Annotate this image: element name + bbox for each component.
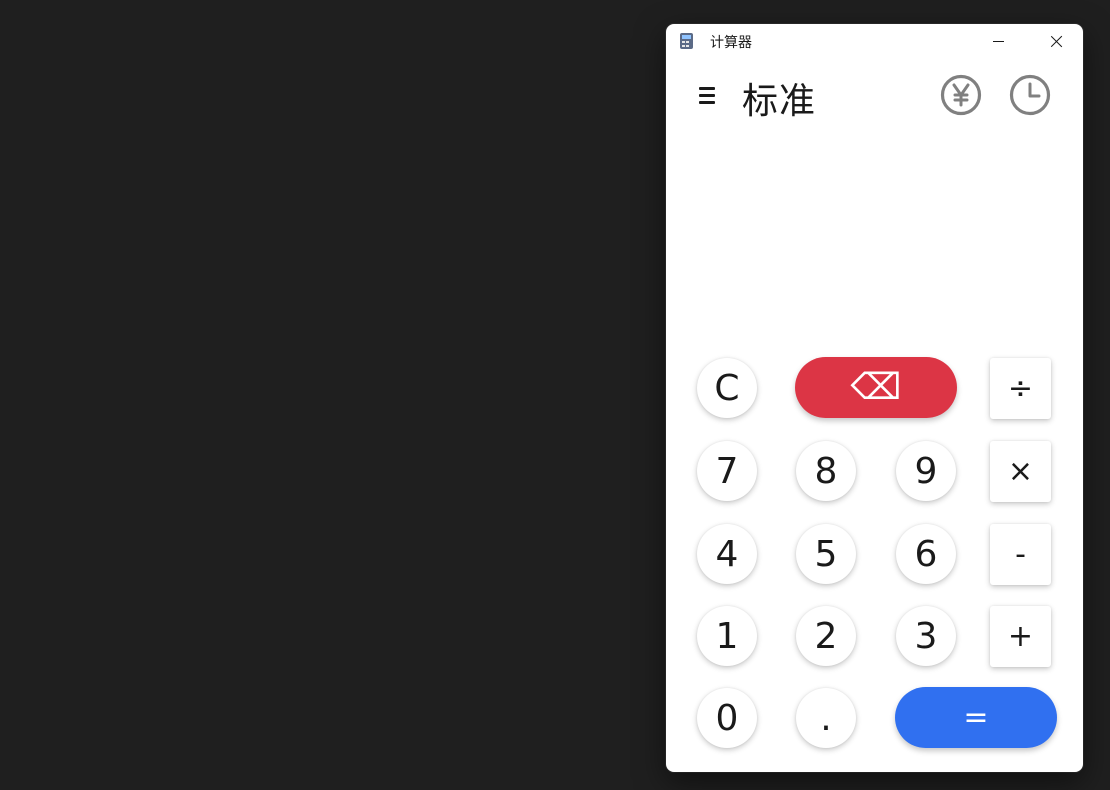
digit-7-button[interactable]: 7 — [697, 441, 757, 501]
close-button[interactable] — [1033, 24, 1079, 58]
digit-5-button[interactable]: 5 — [796, 524, 856, 584]
title-bar[interactable]: 计算器 — [666, 24, 1083, 58]
digit-6-button[interactable]: 6 — [896, 524, 956, 584]
currency-button[interactable] — [940, 74, 982, 116]
decimal-button[interactable]: . — [796, 688, 856, 748]
close-icon — [1050, 35, 1063, 48]
digit-8-button[interactable]: 8 — [796, 441, 856, 501]
yen-circle-icon — [940, 74, 982, 116]
clock-icon — [1009, 74, 1051, 116]
digit-0-button[interactable]: 0 — [697, 688, 757, 748]
divide-button[interactable]: ÷ — [990, 358, 1051, 419]
equals-button[interactable]: = — [895, 687, 1057, 748]
backspace-button[interactable]: ⌫ — [795, 357, 957, 418]
clear-button[interactable]: C — [697, 358, 757, 418]
digit-1-button[interactable]: 1 — [697, 606, 757, 666]
hamburger-icon — [699, 86, 715, 104]
mode-title: 标准 — [742, 81, 817, 122]
history-button[interactable] — [1009, 74, 1051, 116]
digit-3-button[interactable]: 3 — [896, 606, 956, 666]
subtract-button[interactable]: - — [990, 524, 1051, 585]
digit-9-button[interactable]: 9 — [896, 441, 956, 501]
menu-button[interactable] — [692, 80, 722, 110]
calculator-app-icon — [680, 33, 693, 49]
digit-4-button[interactable]: 4 — [697, 524, 757, 584]
result-display — [686, 154, 1063, 354]
multiply-button[interactable]: × — [990, 441, 1051, 502]
minimize-button[interactable] — [975, 24, 1021, 58]
add-button[interactable]: + — [990, 606, 1051, 667]
window-title: 计算器 — [710, 35, 752, 51]
calculator-window: 计算器 标准 C ⌫ ÷ 7 8 9 × 4 5 6 - 1 2 3 + 0 .… — [666, 24, 1083, 772]
minimize-icon — [992, 40, 1004, 42]
digit-2-button[interactable]: 2 — [796, 606, 856, 666]
